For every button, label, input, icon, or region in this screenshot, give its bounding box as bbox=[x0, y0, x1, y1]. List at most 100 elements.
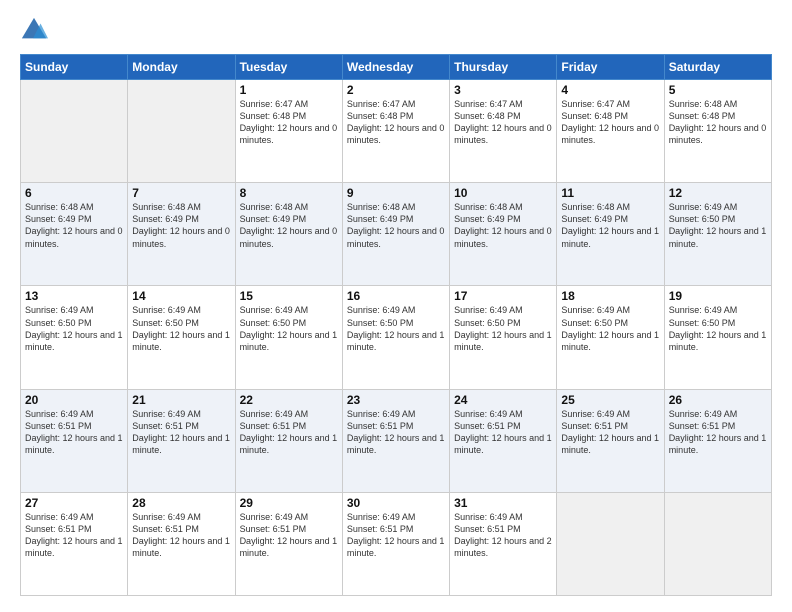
day-number: 3 bbox=[454, 83, 552, 97]
day-number: 2 bbox=[347, 83, 445, 97]
calendar-cell: 17Sunrise: 6:49 AM Sunset: 6:50 PM Dayli… bbox=[450, 286, 557, 389]
day-number: 23 bbox=[347, 393, 445, 407]
weekday-header: Wednesday bbox=[342, 55, 449, 80]
calendar-cell bbox=[21, 80, 128, 183]
day-number: 8 bbox=[240, 186, 338, 200]
calendar-cell: 22Sunrise: 6:49 AM Sunset: 6:51 PM Dayli… bbox=[235, 389, 342, 492]
day-number: 1 bbox=[240, 83, 338, 97]
day-info: Sunrise: 6:49 AM Sunset: 6:51 PM Dayligh… bbox=[454, 511, 552, 560]
calendar-cell: 10Sunrise: 6:48 AM Sunset: 6:49 PM Dayli… bbox=[450, 183, 557, 286]
weekday-header: Thursday bbox=[450, 55, 557, 80]
day-info: Sunrise: 6:49 AM Sunset: 6:51 PM Dayligh… bbox=[132, 408, 230, 457]
weekday-header: Monday bbox=[128, 55, 235, 80]
day-number: 15 bbox=[240, 289, 338, 303]
day-info: Sunrise: 6:48 AM Sunset: 6:49 PM Dayligh… bbox=[454, 201, 552, 250]
calendar-cell: 11Sunrise: 6:48 AM Sunset: 6:49 PM Dayli… bbox=[557, 183, 664, 286]
weekday-header: Sunday bbox=[21, 55, 128, 80]
day-info: Sunrise: 6:49 AM Sunset: 6:50 PM Dayligh… bbox=[669, 201, 767, 250]
calendar-cell: 23Sunrise: 6:49 AM Sunset: 6:51 PM Dayli… bbox=[342, 389, 449, 492]
day-number: 25 bbox=[561, 393, 659, 407]
day-info: Sunrise: 6:47 AM Sunset: 6:48 PM Dayligh… bbox=[240, 98, 338, 147]
header bbox=[20, 16, 772, 44]
day-info: Sunrise: 6:49 AM Sunset: 6:51 PM Dayligh… bbox=[347, 511, 445, 560]
calendar-cell: 14Sunrise: 6:49 AM Sunset: 6:50 PM Dayli… bbox=[128, 286, 235, 389]
calendar-cell: 15Sunrise: 6:49 AM Sunset: 6:50 PM Dayli… bbox=[235, 286, 342, 389]
calendar-cell bbox=[664, 492, 771, 595]
calendar-row: 6Sunrise: 6:48 AM Sunset: 6:49 PM Daylig… bbox=[21, 183, 772, 286]
day-number: 19 bbox=[669, 289, 767, 303]
calendar-cell: 3Sunrise: 6:47 AM Sunset: 6:48 PM Daylig… bbox=[450, 80, 557, 183]
day-info: Sunrise: 6:49 AM Sunset: 6:50 PM Dayligh… bbox=[561, 304, 659, 353]
calendar-cell: 12Sunrise: 6:49 AM Sunset: 6:50 PM Dayli… bbox=[664, 183, 771, 286]
calendar-cell: 28Sunrise: 6:49 AM Sunset: 6:51 PM Dayli… bbox=[128, 492, 235, 595]
page: SundayMondayTuesdayWednesdayThursdayFrid… bbox=[0, 0, 792, 612]
day-info: Sunrise: 6:48 AM Sunset: 6:49 PM Dayligh… bbox=[25, 201, 123, 250]
day-number: 29 bbox=[240, 496, 338, 510]
day-number: 9 bbox=[347, 186, 445, 200]
day-number: 12 bbox=[669, 186, 767, 200]
day-number: 28 bbox=[132, 496, 230, 510]
day-info: Sunrise: 6:49 AM Sunset: 6:50 PM Dayligh… bbox=[669, 304, 767, 353]
day-info: Sunrise: 6:49 AM Sunset: 6:51 PM Dayligh… bbox=[669, 408, 767, 457]
calendar-table: SundayMondayTuesdayWednesdayThursdayFrid… bbox=[20, 54, 772, 596]
day-number: 24 bbox=[454, 393, 552, 407]
calendar-cell: 9Sunrise: 6:48 AM Sunset: 6:49 PM Daylig… bbox=[342, 183, 449, 286]
day-number: 4 bbox=[561, 83, 659, 97]
day-info: Sunrise: 6:49 AM Sunset: 6:50 PM Dayligh… bbox=[347, 304, 445, 353]
calendar-cell: 2Sunrise: 6:47 AM Sunset: 6:48 PM Daylig… bbox=[342, 80, 449, 183]
day-info: Sunrise: 6:49 AM Sunset: 6:51 PM Dayligh… bbox=[25, 408, 123, 457]
day-number: 31 bbox=[454, 496, 552, 510]
day-info: Sunrise: 6:49 AM Sunset: 6:50 PM Dayligh… bbox=[240, 304, 338, 353]
day-number: 18 bbox=[561, 289, 659, 303]
calendar-cell: 19Sunrise: 6:49 AM Sunset: 6:50 PM Dayli… bbox=[664, 286, 771, 389]
logo-icon bbox=[20, 16, 48, 44]
day-number: 6 bbox=[25, 186, 123, 200]
calendar-cell: 18Sunrise: 6:49 AM Sunset: 6:50 PM Dayli… bbox=[557, 286, 664, 389]
logo bbox=[20, 16, 52, 44]
day-info: Sunrise: 6:47 AM Sunset: 6:48 PM Dayligh… bbox=[561, 98, 659, 147]
day-info: Sunrise: 6:48 AM Sunset: 6:49 PM Dayligh… bbox=[347, 201, 445, 250]
calendar-cell: 7Sunrise: 6:48 AM Sunset: 6:49 PM Daylig… bbox=[128, 183, 235, 286]
day-info: Sunrise: 6:48 AM Sunset: 6:49 PM Dayligh… bbox=[240, 201, 338, 250]
calendar-cell: 24Sunrise: 6:49 AM Sunset: 6:51 PM Dayli… bbox=[450, 389, 557, 492]
calendar-cell: 5Sunrise: 6:48 AM Sunset: 6:48 PM Daylig… bbox=[664, 80, 771, 183]
calendar-cell: 25Sunrise: 6:49 AM Sunset: 6:51 PM Dayli… bbox=[557, 389, 664, 492]
calendar-cell: 29Sunrise: 6:49 AM Sunset: 6:51 PM Dayli… bbox=[235, 492, 342, 595]
day-info: Sunrise: 6:47 AM Sunset: 6:48 PM Dayligh… bbox=[347, 98, 445, 147]
day-info: Sunrise: 6:49 AM Sunset: 6:50 PM Dayligh… bbox=[454, 304, 552, 353]
day-number: 7 bbox=[132, 186, 230, 200]
day-info: Sunrise: 6:47 AM Sunset: 6:48 PM Dayligh… bbox=[454, 98, 552, 147]
calendar-cell bbox=[557, 492, 664, 595]
day-number: 21 bbox=[132, 393, 230, 407]
calendar-row: 27Sunrise: 6:49 AM Sunset: 6:51 PM Dayli… bbox=[21, 492, 772, 595]
day-info: Sunrise: 6:48 AM Sunset: 6:49 PM Dayligh… bbox=[561, 201, 659, 250]
calendar-cell: 13Sunrise: 6:49 AM Sunset: 6:50 PM Dayli… bbox=[21, 286, 128, 389]
day-number: 16 bbox=[347, 289, 445, 303]
day-info: Sunrise: 6:49 AM Sunset: 6:51 PM Dayligh… bbox=[454, 408, 552, 457]
day-info: Sunrise: 6:49 AM Sunset: 6:51 PM Dayligh… bbox=[240, 408, 338, 457]
day-number: 10 bbox=[454, 186, 552, 200]
day-info: Sunrise: 6:49 AM Sunset: 6:50 PM Dayligh… bbox=[132, 304, 230, 353]
calendar-cell: 6Sunrise: 6:48 AM Sunset: 6:49 PM Daylig… bbox=[21, 183, 128, 286]
calendar-row: 13Sunrise: 6:49 AM Sunset: 6:50 PM Dayli… bbox=[21, 286, 772, 389]
calendar-header-row: SundayMondayTuesdayWednesdayThursdayFrid… bbox=[21, 55, 772, 80]
day-info: Sunrise: 6:49 AM Sunset: 6:51 PM Dayligh… bbox=[240, 511, 338, 560]
calendar-cell: 20Sunrise: 6:49 AM Sunset: 6:51 PM Dayli… bbox=[21, 389, 128, 492]
calendar-cell: 16Sunrise: 6:49 AM Sunset: 6:50 PM Dayli… bbox=[342, 286, 449, 389]
calendar-cell bbox=[128, 80, 235, 183]
calendar-cell: 31Sunrise: 6:49 AM Sunset: 6:51 PM Dayli… bbox=[450, 492, 557, 595]
weekday-header: Saturday bbox=[664, 55, 771, 80]
calendar-row: 20Sunrise: 6:49 AM Sunset: 6:51 PM Dayli… bbox=[21, 389, 772, 492]
day-number: 17 bbox=[454, 289, 552, 303]
calendar-row: 1Sunrise: 6:47 AM Sunset: 6:48 PM Daylig… bbox=[21, 80, 772, 183]
day-info: Sunrise: 6:49 AM Sunset: 6:51 PM Dayligh… bbox=[347, 408, 445, 457]
calendar-cell: 27Sunrise: 6:49 AM Sunset: 6:51 PM Dayli… bbox=[21, 492, 128, 595]
day-number: 27 bbox=[25, 496, 123, 510]
day-info: Sunrise: 6:49 AM Sunset: 6:51 PM Dayligh… bbox=[561, 408, 659, 457]
calendar-cell: 26Sunrise: 6:49 AM Sunset: 6:51 PM Dayli… bbox=[664, 389, 771, 492]
calendar-cell: 21Sunrise: 6:49 AM Sunset: 6:51 PM Dayli… bbox=[128, 389, 235, 492]
day-info: Sunrise: 6:49 AM Sunset: 6:51 PM Dayligh… bbox=[25, 511, 123, 560]
calendar-cell: 1Sunrise: 6:47 AM Sunset: 6:48 PM Daylig… bbox=[235, 80, 342, 183]
day-number: 5 bbox=[669, 83, 767, 97]
calendar-cell: 4Sunrise: 6:47 AM Sunset: 6:48 PM Daylig… bbox=[557, 80, 664, 183]
